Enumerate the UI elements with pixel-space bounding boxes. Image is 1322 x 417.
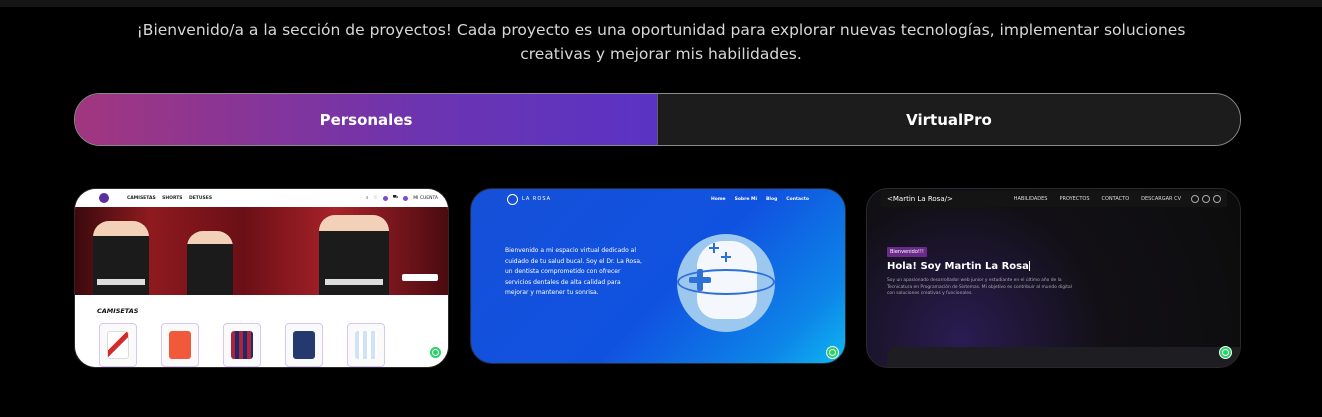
store-logo bbox=[99, 193, 109, 203]
heart-icon: ♡ bbox=[373, 195, 378, 201]
tab-personales[interactable]: Personales bbox=[75, 94, 658, 145]
badge-dot bbox=[403, 195, 409, 201]
top-bar bbox=[0, 0, 1322, 7]
project-card-dentist[interactable]: LA ROSA Home Sobre Mi Blog Contacto Bien… bbox=[470, 188, 846, 364]
dentist-navbar: LA ROSA Home Sobre Mi Blog Contacto bbox=[471, 189, 845, 209]
plus-icon bbox=[721, 252, 731, 262]
portfolio-nav-link: PROYECTOS bbox=[1059, 196, 1090, 202]
portfolio-title-text: Hola! Soy Martin La Rosa bbox=[887, 261, 1029, 272]
store-nav-link: CAMISETAS bbox=[127, 195, 156, 201]
typing-caret bbox=[1028, 261, 1030, 271]
portfolio-description: Soy un apasionado desarrollador web juni… bbox=[887, 278, 1072, 297]
dentist-description: Bienvenido a mi espacio virtual dedicado… bbox=[505, 247, 642, 296]
badge-dot bbox=[382, 195, 388, 201]
whatsapp-icon[interactable] bbox=[1219, 346, 1232, 359]
dentist-brand: LA ROSA bbox=[522, 196, 552, 202]
section-title: CAMISETAS bbox=[97, 307, 139, 315]
search-icon: ⌕ bbox=[365, 196, 369, 201]
tab-virtualpro[interactable]: VirtualPro bbox=[658, 94, 1240, 145]
product-item bbox=[285, 323, 323, 367]
store-nav-right: ⌕ ♡ ⛟ MI CUENTA bbox=[366, 195, 438, 201]
dentist-nav-links: Home Sobre Mi Blog Contacto bbox=[711, 197, 809, 202]
jersey-stripe bbox=[97, 279, 145, 285]
portfolio-navbar: <Martin La Rosa/> HABILIDADES PROYECTOS … bbox=[881, 191, 1227, 207]
intro-text: ¡Bienvenido/a a la sección de proyectos!… bbox=[90, 18, 1232, 66]
hero-player bbox=[187, 231, 233, 295]
store-account: MI CUENTA bbox=[413, 195, 438, 201]
dentist-nav-link: Blog bbox=[766, 196, 778, 202]
store-nav-link: SHORTS bbox=[162, 195, 183, 201]
whatsapp-icon[interactable] bbox=[429, 346, 442, 359]
medical-cross-icon bbox=[689, 269, 711, 291]
shop-now-button bbox=[402, 274, 438, 281]
tooth-logo-icon bbox=[507, 193, 518, 205]
portfolio-title: Hola! Soy Martin La Rosa bbox=[887, 261, 1030, 272]
store-navbar: CAMISETAS SHORTS DETUSES ⌕ ♡ ⛟ MI CUENTA bbox=[75, 189, 448, 207]
portfolio-brand: <Martin La Rosa/> bbox=[887, 195, 953, 203]
dentist-nav-link: Contacto bbox=[786, 196, 809, 202]
dentist-nav-link: Sobre Mi bbox=[734, 196, 757, 202]
store-hero bbox=[75, 207, 448, 295]
portfolio-nav-link: CONTACTO bbox=[1101, 196, 1130, 202]
portfolio-bottom-panel bbox=[887, 347, 1240, 367]
jersey-stripe bbox=[325, 279, 383, 285]
store-products-section: CAMISETAS bbox=[75, 295, 448, 367]
product-item bbox=[161, 323, 199, 367]
instagram-icon bbox=[1213, 195, 1221, 203]
linkedin-icon bbox=[1202, 195, 1210, 203]
intro-line-1: ¡Bienvenido/a a la sección de proyectos!… bbox=[136, 21, 1186, 39]
intro-line-2: creativas y mejorar mis habilidades. bbox=[520, 45, 802, 63]
store-nav-link: DETUSES bbox=[188, 195, 213, 201]
portfolio-nav-link: DESCARGAR CV bbox=[1141, 196, 1181, 202]
whatsapp-icon[interactable] bbox=[826, 346, 839, 359]
cart-icon: ⛟ bbox=[392, 195, 399, 200]
product-item bbox=[223, 323, 261, 367]
project-tabs: Personales VirtualPro bbox=[74, 93, 1241, 146]
welcome-badge: Bienvenido!!! bbox=[887, 247, 927, 257]
plus-icon bbox=[709, 243, 719, 253]
product-item bbox=[99, 323, 137, 367]
product-item bbox=[347, 323, 385, 367]
dentist-nav-link: Home bbox=[710, 196, 726, 202]
project-card-store[interactable]: CAMISETAS SHORTS DETUSES ⌕ ♡ ⛟ MI CUENTA… bbox=[74, 188, 449, 368]
project-card-portfolio[interactable]: <Martin La Rosa/> HABILIDADES PROYECTOS … bbox=[866, 188, 1241, 368]
social-icons bbox=[1191, 195, 1221, 203]
store-nav-links: CAMISETAS SHORTS DETUSES bbox=[127, 196, 217, 201]
product-list bbox=[99, 323, 385, 367]
portfolio-nav-links: HABILIDADES PROYECTOS CONTACTO DESCARGAR… bbox=[1014, 196, 1181, 202]
github-icon bbox=[1191, 195, 1199, 203]
portfolio-nav-link: HABILIDADES bbox=[1013, 196, 1048, 202]
